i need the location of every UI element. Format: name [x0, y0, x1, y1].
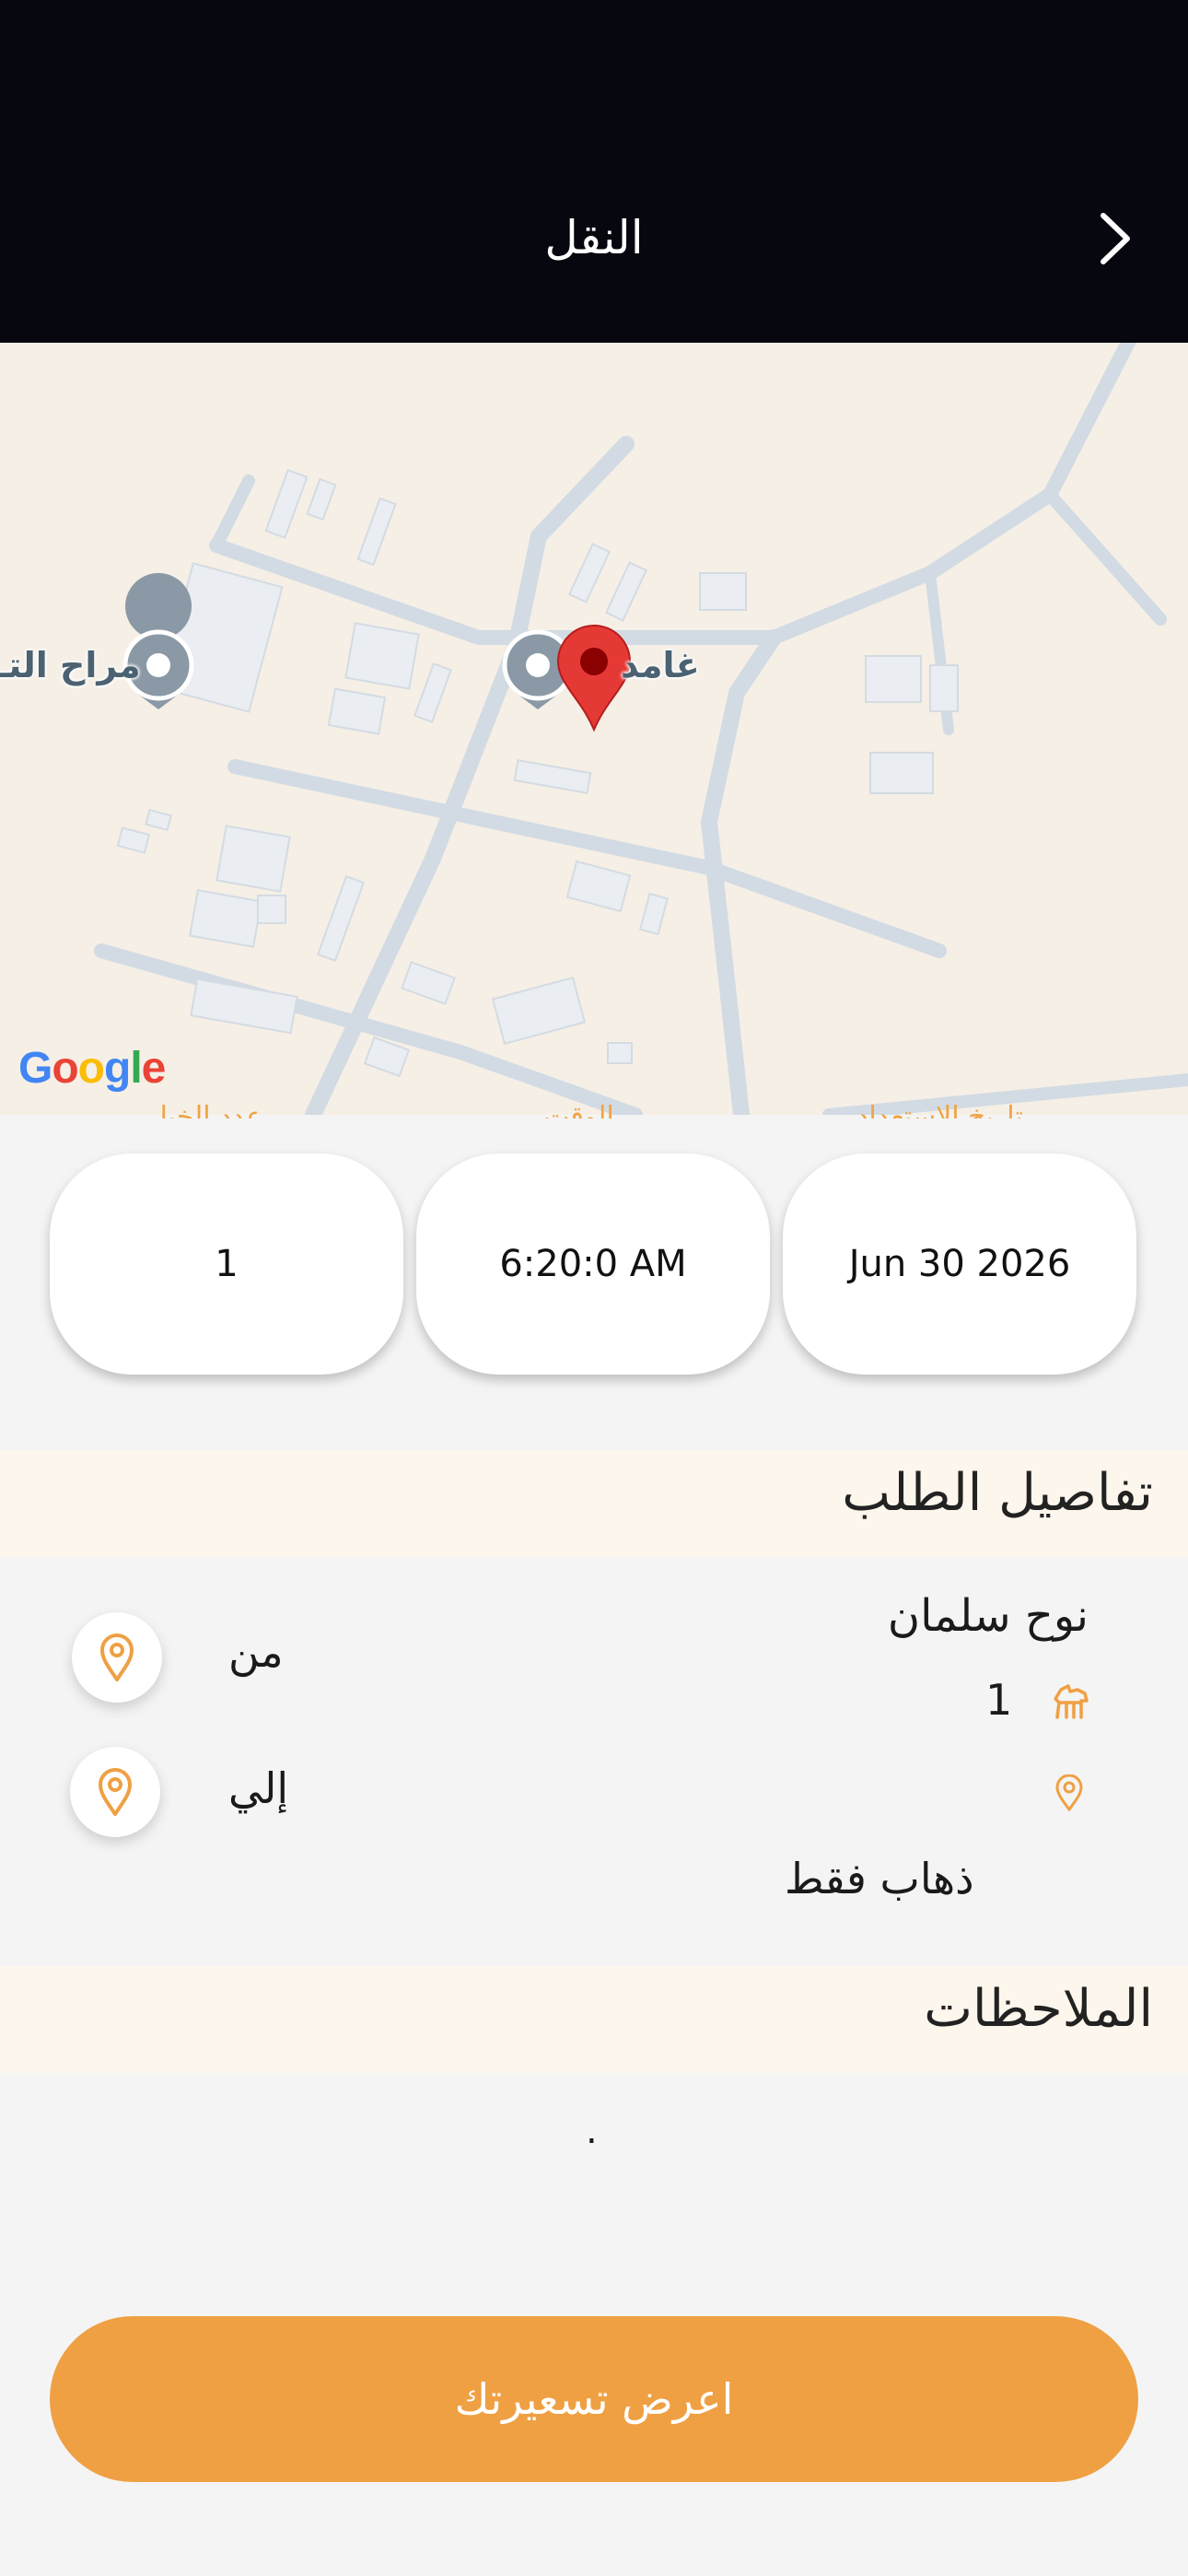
section-title: الملاحظات	[924, 1979, 1153, 2039]
horse-icon	[1054, 1684, 1089, 1719]
from-label: من	[228, 1627, 284, 1677]
section-title: تفاصيل الطلب	[842, 1463, 1153, 1523]
location-pin-icon	[1055, 1774, 1083, 1811]
horse-count: 1	[985, 1675, 1013, 1725]
page-title: النقل	[544, 211, 644, 264]
notes-header: الملاحظات	[0, 1966, 1188, 2073]
count-label: عدد الخيل	[147, 1102, 263, 1118]
time-label: الوقت	[543, 1102, 614, 1118]
app-header: النقل	[0, 0, 1188, 343]
customer-name: نوح سلمان	[887, 1590, 1089, 1642]
chevron-right-icon[interactable]	[1087, 208, 1147, 269]
from-location-button[interactable]	[72, 1612, 162, 1703]
order-details-header: تفاصيل الطلب	[0, 1450, 1188, 1557]
location-pin-icon	[98, 1768, 133, 1816]
location-marker-icon	[556, 625, 632, 732]
to-location-button[interactable]	[70, 1747, 160, 1837]
horse-count-card: 1	[50, 1153, 403, 1375]
trip-type: ذهاب فقط	[785, 1854, 974, 1903]
map-view[interactable]: مراح التـ غامد Google	[0, 343, 1188, 1115]
submit-quote-button[interactable]: اعرض تسعيرتك	[50, 2316, 1138, 2482]
notes-text: .	[586, 2110, 598, 2152]
location-pin-icon	[99, 1633, 134, 1681]
to-label: إلي	[228, 1763, 289, 1813]
map-place-label: غامد	[621, 645, 700, 685]
date-card: Jun 30 2026	[783, 1153, 1136, 1375]
time-card: 6:20:0 AM	[416, 1153, 770, 1375]
google-logo: Google	[18, 1044, 166, 1093]
map-place-label: مراح التـ	[0, 645, 141, 685]
date-label: تاريخ الاستعداد	[856, 1102, 1023, 1118]
place-pin-icon	[122, 573, 194, 709]
